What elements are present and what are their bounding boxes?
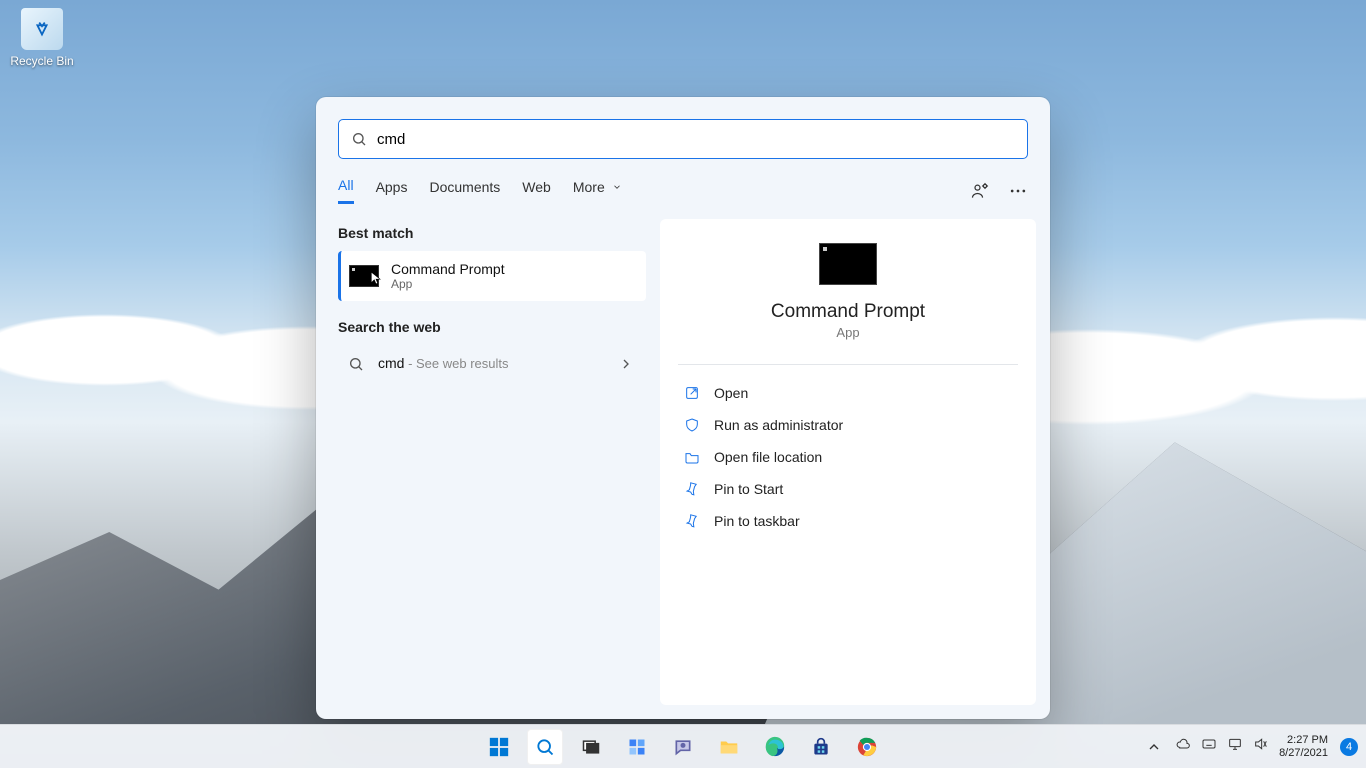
clock[interactable]: 2:27 PM 8/27/2021 — [1279, 734, 1328, 760]
tab-apps[interactable]: Apps — [376, 179, 408, 203]
contact-admin-icon[interactable] — [970, 181, 990, 201]
task-view-button[interactable] — [573, 729, 609, 765]
recycle-bin[interactable]: Recycle Bin — [6, 8, 78, 68]
shield-icon — [684, 417, 700, 433]
search-tabs: All Apps Documents Web More — [338, 177, 1028, 205]
taskbar: 2:27 PM 8/27/2021 4 — [0, 724, 1366, 768]
tab-more[interactable]: More — [573, 179, 622, 203]
store-button[interactable] — [803, 729, 839, 765]
ime-icon[interactable] — [1201, 736, 1217, 757]
chevron-down-icon — [612, 182, 622, 192]
action-run-admin[interactable]: Run as administrator — [678, 409, 1018, 441]
web-result[interactable]: cmd - See web results — [338, 345, 646, 383]
best-match-result[interactable]: Command Prompt App — [338, 251, 646, 301]
more-options-icon[interactable] — [1008, 181, 1028, 201]
recycle-bin-label: Recycle Bin — [6, 54, 78, 68]
search-icon — [351, 131, 367, 147]
divider — [678, 364, 1018, 365]
chevron-right-icon — [618, 356, 634, 372]
action-open-label: Open — [714, 385, 748, 401]
search-web-heading: Search the web — [338, 319, 660, 335]
pin-icon — [684, 513, 700, 529]
search-panel: All Apps Documents Web More Best match C… — [316, 97, 1050, 719]
tray-overflow-button[interactable] — [1143, 736, 1165, 758]
tab-documents[interactable]: Documents — [429, 179, 500, 203]
result-type: App — [391, 277, 505, 291]
preview-app-icon — [819, 243, 877, 285]
edge-button[interactable] — [757, 729, 793, 765]
results-column: Best match Command Prompt App Search the… — [316, 215, 660, 719]
folder-icon — [684, 449, 700, 465]
widgets-button[interactable] — [619, 729, 655, 765]
best-match-heading: Best match — [338, 225, 660, 241]
recycle-bin-icon — [21, 8, 63, 50]
action-run-admin-label: Run as administrator — [714, 417, 843, 433]
tab-web[interactable]: Web — [522, 179, 551, 203]
search-input[interactable] — [377, 131, 1015, 148]
chat-button[interactable] — [665, 729, 701, 765]
action-pin-taskbar[interactable]: Pin to taskbar — [678, 505, 1018, 537]
clock-time: 2:27 PM — [1279, 734, 1328, 747]
taskbar-search-button[interactable] — [527, 729, 563, 765]
web-hint: - See web results — [404, 356, 508, 371]
start-button[interactable] — [481, 729, 517, 765]
onedrive-icon[interactable] — [1175, 736, 1191, 757]
file-explorer-button[interactable] — [711, 729, 747, 765]
action-open-location[interactable]: Open file location — [678, 441, 1018, 473]
pin-icon — [684, 481, 700, 497]
search-icon — [348, 356, 364, 372]
action-open[interactable]: Open — [678, 377, 1018, 409]
tab-all[interactable]: All — [338, 177, 354, 204]
volume-icon[interactable] — [1253, 736, 1269, 757]
preview-type: App — [678, 325, 1018, 340]
result-name: Command Prompt — [391, 261, 505, 277]
search-box[interactable] — [338, 119, 1028, 159]
clock-date: 8/27/2021 — [1279, 747, 1328, 760]
action-pin-start-label: Pin to Start — [714, 481, 783, 497]
action-pin-start[interactable]: Pin to Start — [678, 473, 1018, 505]
preview-column: Command Prompt App Open Run as administr… — [660, 219, 1036, 705]
action-open-location-label: Open file location — [714, 449, 822, 465]
web-term: cmd — [378, 355, 404, 371]
system-tray: 2:27 PM 8/27/2021 4 — [1143, 725, 1358, 768]
preview-title: Command Prompt — [678, 301, 1018, 323]
open-icon — [684, 385, 700, 401]
tab-more-label: More — [573, 179, 605, 195]
chrome-button[interactable] — [849, 729, 885, 765]
cmd-icon — [349, 265, 379, 287]
notifications-badge[interactable]: 4 — [1340, 738, 1358, 756]
network-icon[interactable] — [1227, 736, 1243, 757]
action-pin-taskbar-label: Pin to taskbar — [714, 513, 800, 529]
